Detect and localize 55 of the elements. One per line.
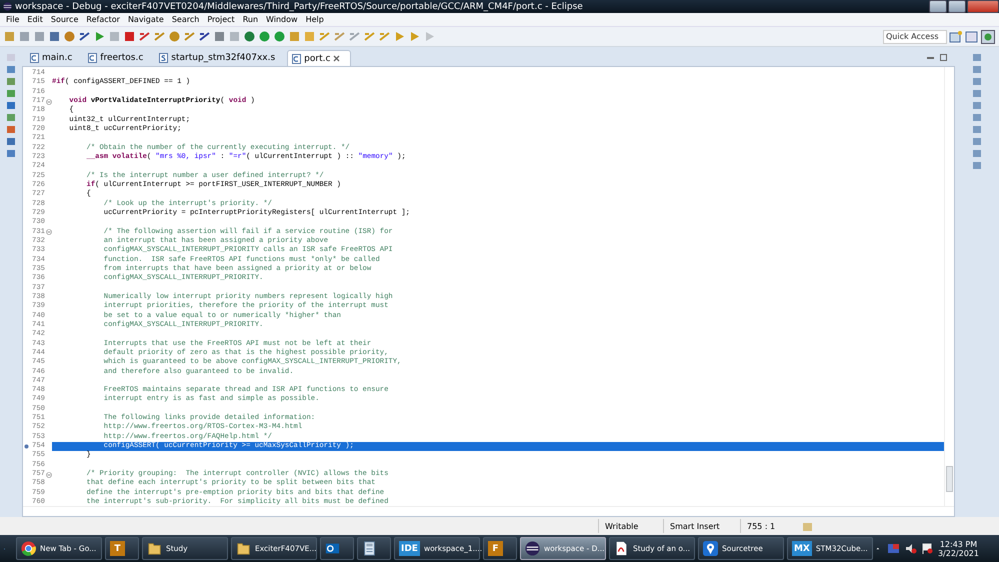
taskbar-button[interactable] [356, 537, 391, 560]
editor-tab[interactable]: main.c [26, 50, 82, 66]
app-icon [3, 2, 12, 11]
close-icon[interactable] [333, 55, 340, 62]
menu-item[interactable]: Search [168, 15, 204, 24]
app-icon: IDE [398, 541, 420, 556]
resume-icon[interactable] [93, 30, 106, 43]
eclipse-icon [524, 541, 540, 556]
editor-tab[interactable]: startup_stm32f407xx.s [155, 50, 286, 66]
taskbar-button[interactable]: F [482, 537, 517, 560]
quick-access-field[interactable]: Quick Access [883, 30, 947, 44]
status-field: Writable [598, 519, 663, 533]
window-title: workspace - Debug - exciterF407VET0204/Middlewares/Third_Party/FreeRTOS/Source/portable/GCC/ARM_CM4F/port.c - Eclipse [15, 2, 583, 12]
stop-icon[interactable] [123, 30, 136, 43]
app-icon: T [110, 541, 125, 556]
maximize-icon[interactable] [940, 54, 947, 61]
scrollbar-thumb[interactable] [946, 466, 953, 492]
c-file-icon [88, 53, 98, 63]
forward-icon[interactable] [423, 30, 436, 43]
menu-item[interactable]: File [2, 15, 24, 24]
pdf-icon [614, 541, 629, 556]
menu-item[interactable]: Project [203, 15, 239, 24]
menu-item[interactable]: Run [238, 15, 262, 24]
menu-item[interactable]: Window [262, 15, 302, 24]
minimize-icon[interactable] [927, 54, 934, 61]
c-file-icon [30, 53, 39, 63]
assembly-file-icon [159, 53, 168, 63]
menu-item[interactable]: Edit [23, 15, 47, 24]
menu-item[interactable]: Navigate [124, 15, 168, 24]
c-file-icon [292, 54, 302, 64]
clock[interactable]: 12:43 PM 3/22/2021 [938, 540, 979, 558]
speaker-icon[interactable] [904, 542, 917, 555]
menu-item[interactable]: Source [46, 15, 82, 24]
browser-icon [20, 541, 36, 556]
status-field: Smart Insert [663, 519, 740, 533]
app-icon: MX [792, 541, 812, 556]
minimize-button[interactable] [929, 0, 947, 13]
status-field: 755 : 1 [740, 519, 795, 533]
menu-item[interactable]: Help [302, 15, 328, 24]
collapse-icon[interactable] [46, 229, 52, 236]
menu-item[interactable]: Refactor [82, 15, 124, 24]
editor-tab[interactable]: port.c [287, 50, 352, 66]
close-button[interactable] [967, 0, 999, 13]
taskbar-button[interactable]: T [104, 537, 139, 560]
maximize-button[interactable] [948, 0, 966, 13]
app-icon: F [488, 541, 503, 556]
mail-icon [324, 541, 340, 556]
calculator-icon [362, 541, 377, 556]
flag-icon[interactable] [920, 542, 934, 555]
location-pin-icon [702, 541, 718, 556]
collapse-icon[interactable] [46, 472, 52, 478]
taskbar-button[interactable] [320, 537, 354, 560]
run-icon[interactable] [258, 30, 271, 43]
editor-tab[interactable]: freertos.c [84, 50, 154, 66]
collapse-icon[interactable] [46, 98, 52, 105]
